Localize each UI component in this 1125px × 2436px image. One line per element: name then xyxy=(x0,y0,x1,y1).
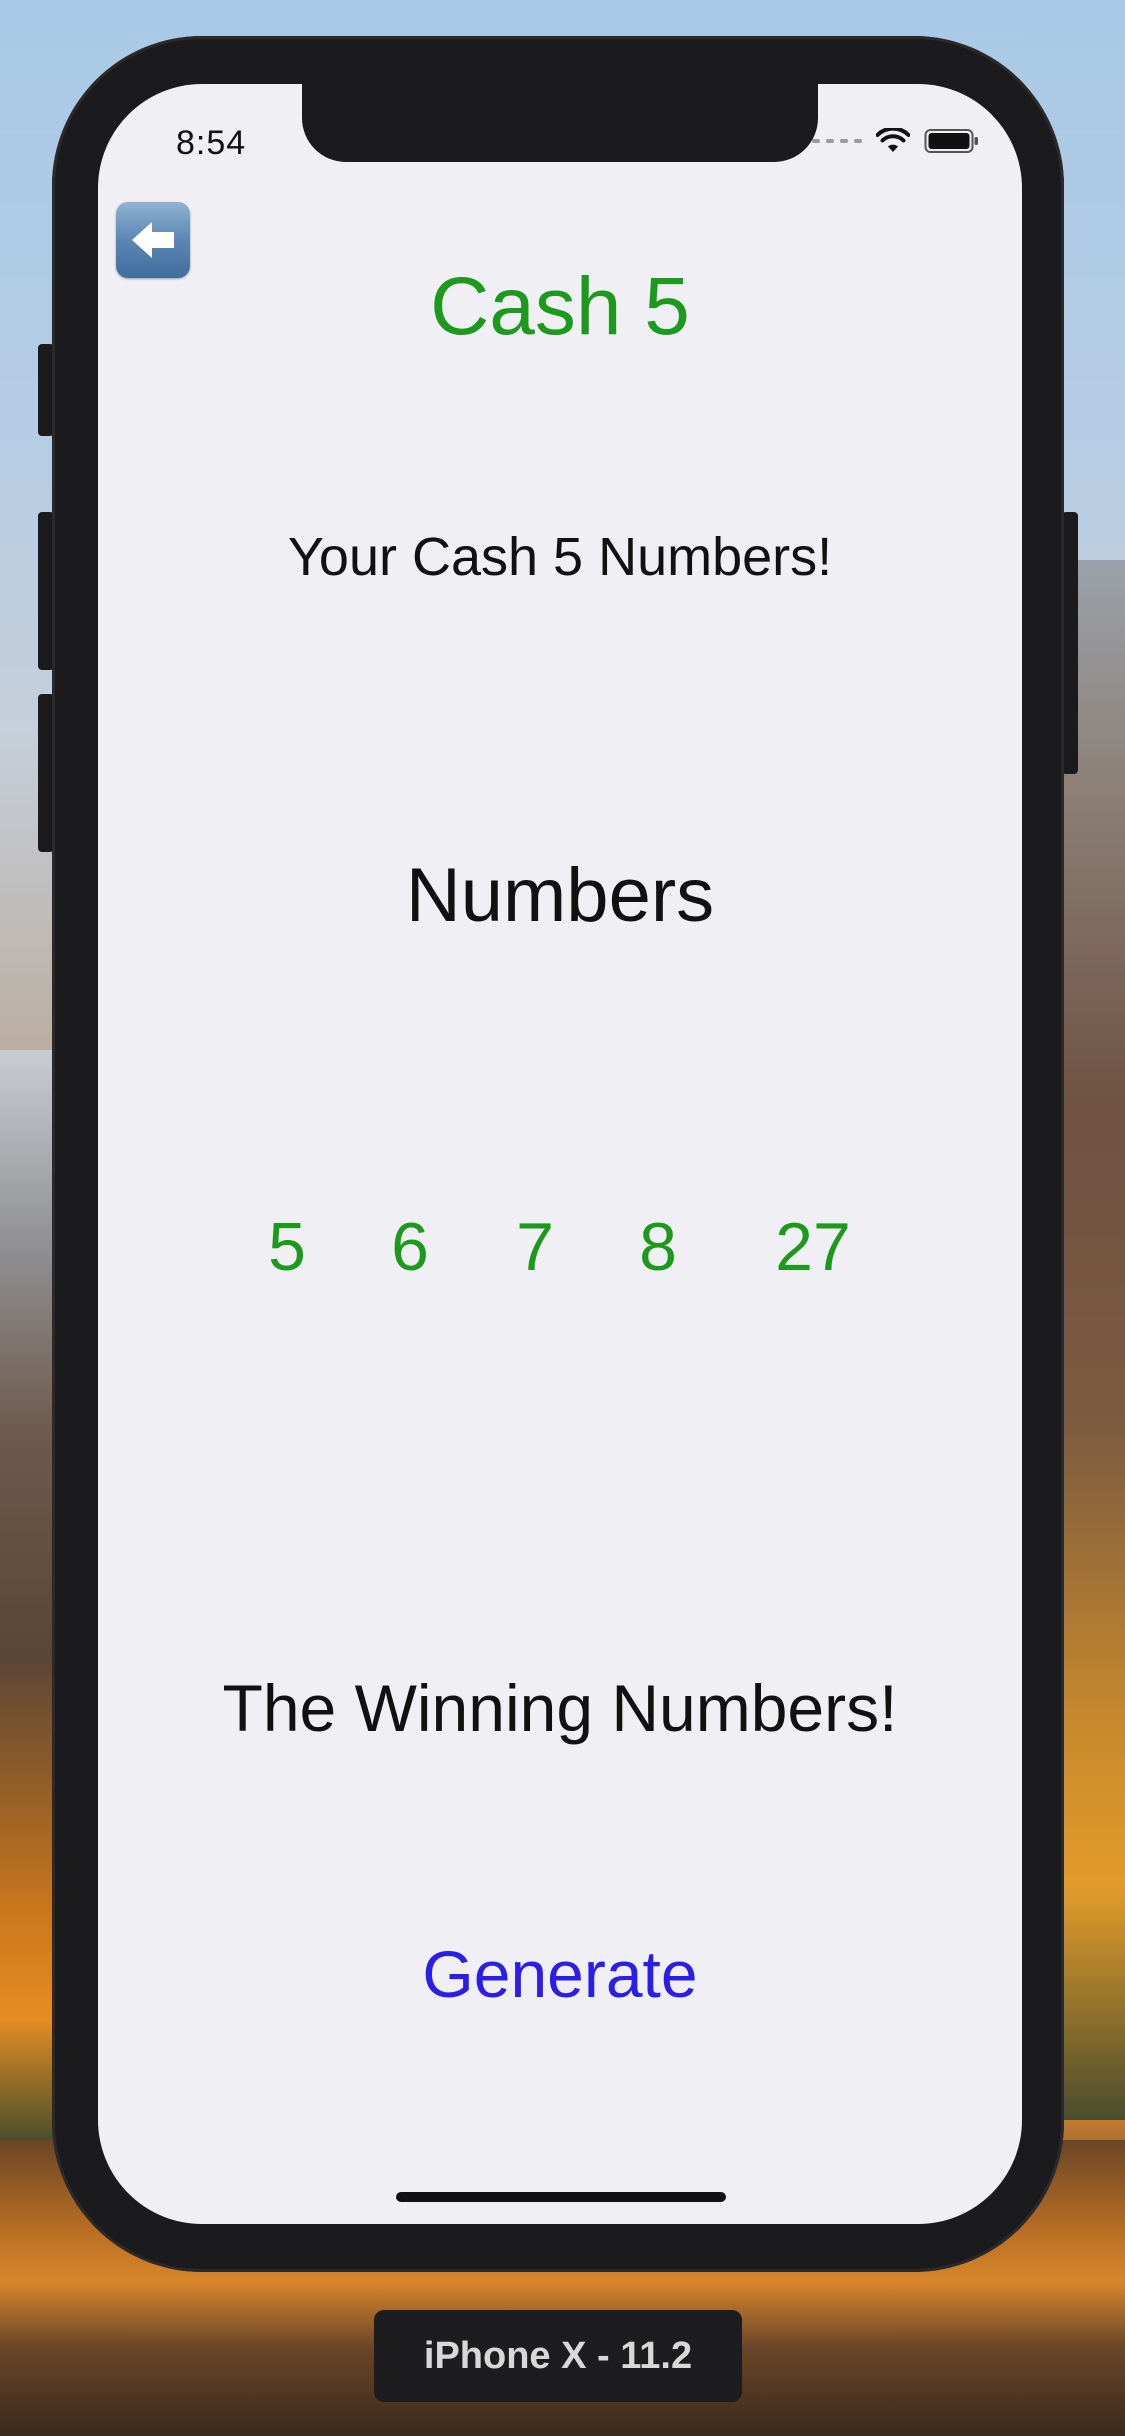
notch xyxy=(302,84,818,162)
desktop-background: 8:54 Cash 5 Your Cash 5 Numbers! Numbers… xyxy=(0,0,1125,2436)
number-1: 5 xyxy=(268,1209,306,1285)
simulator-device-label: iPhone X - 11.2 xyxy=(374,2310,742,2402)
status-indicators xyxy=(812,128,980,154)
generate-button[interactable]: Generate xyxy=(360,1936,760,2012)
battery-icon xyxy=(924,129,978,153)
status-time: 8:54 xyxy=(176,124,247,162)
subtitle-label: Your Cash 5 Numbers! xyxy=(287,527,833,587)
number-5: 27 xyxy=(775,1209,851,1285)
phone-screen: 8:54 Cash 5 Your Cash 5 Numbers! Numbers… xyxy=(98,84,1022,2224)
number-2: 6 xyxy=(391,1209,429,1285)
cellular-signal-icon xyxy=(812,139,862,143)
left-arrow-icon xyxy=(132,222,174,258)
home-indicator[interactable] xyxy=(396,2192,726,2202)
wifi-icon xyxy=(876,128,910,152)
winning-numbers-label: The Winning Numbers! xyxy=(222,1671,898,1745)
numbers-label: Numbers xyxy=(405,853,715,938)
number-4: 8 xyxy=(639,1209,677,1285)
page-title: Cash 5 xyxy=(430,261,690,352)
number-3: 7 xyxy=(516,1209,554,1285)
power-button xyxy=(1062,512,1078,774)
